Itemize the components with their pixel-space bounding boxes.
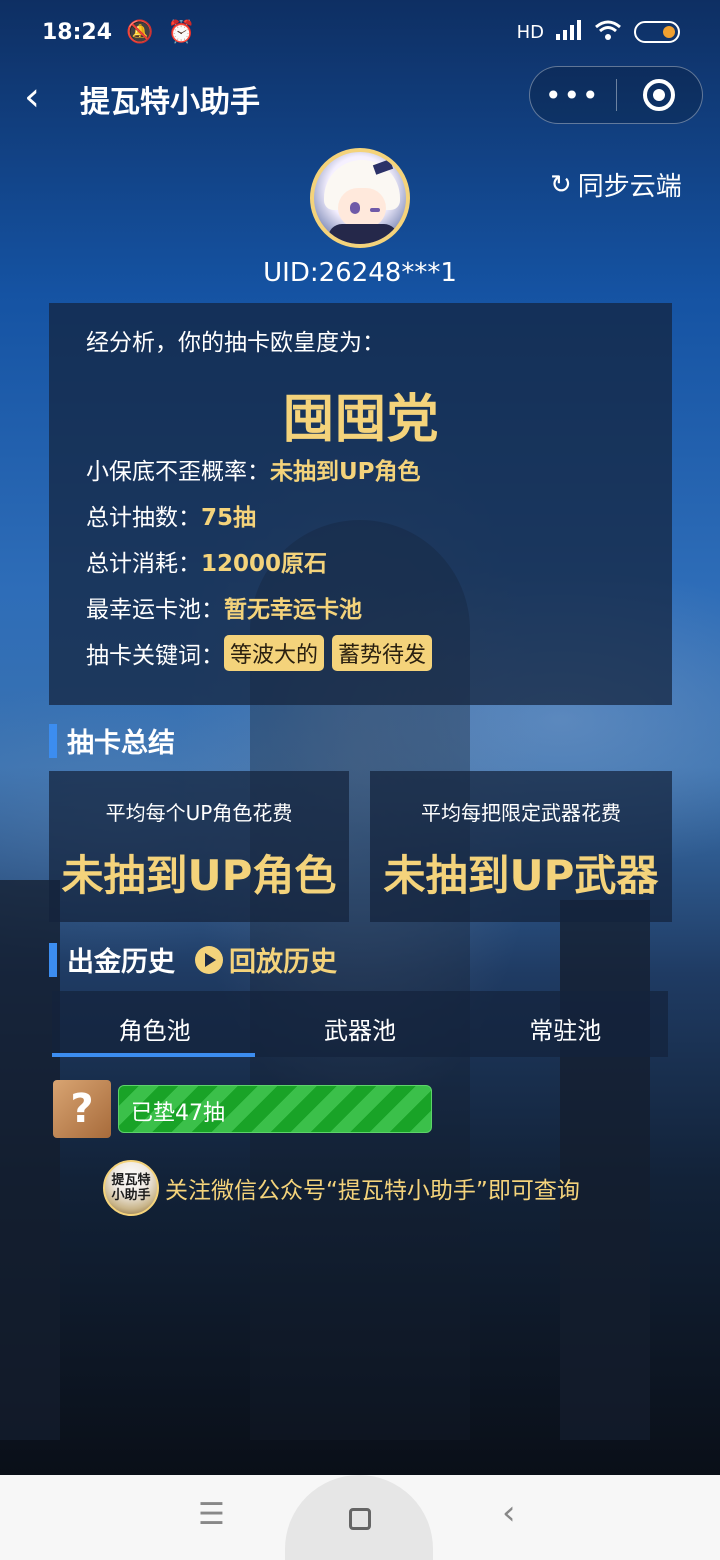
signal-icon: [556, 19, 582, 45]
user-uid: UID:26248***1: [263, 258, 457, 288]
row-label: 总计抽数：: [86, 505, 201, 531]
status-bar: 18:24 🔕 ⏰ HD: [0, 0, 720, 64]
summary-card-value: 未抽到UP武器: [383, 851, 659, 900]
summary-card-character: 平均每个UP角色花费 未抽到UP角色: [49, 771, 349, 922]
keywords-label: 抽卡关键词：: [86, 643, 224, 669]
section-marker: [49, 723, 57, 758]
network-type-label: HD: [516, 21, 544, 43]
tab-character-pool[interactable]: 角色池: [52, 991, 257, 1057]
pool-tabs: 角色池 武器池 常驻池: [52, 991, 668, 1057]
logo-text: 提瓦特: [111, 1173, 151, 1188]
page-title: 提瓦特小助手: [80, 85, 260, 120]
summary-card-weapon: 平均每把限定武器花费 未抽到UP武器: [370, 771, 672, 922]
summary-section-title: 抽卡总结: [67, 728, 175, 759]
history-section-title: 出金历史: [67, 947, 175, 978]
avatar: [310, 148, 410, 248]
section-marker: [49, 942, 57, 977]
sync-cloud-button[interactable]: ↻ 同步云端: [550, 166, 682, 203]
app-logo: 提瓦特 小助手: [103, 1160, 159, 1216]
row-value: 75抽: [201, 505, 257, 531]
keyword-tag: 蓄势待发: [332, 635, 433, 671]
footer-note: 提瓦特 小助手 关注微信公众号“提瓦特小助手”即可查询: [103, 1160, 580, 1216]
row-label: 最幸运卡池：: [86, 597, 224, 623]
nav-bar: ‹ 提瓦特小助手 •••: [0, 64, 720, 126]
analysis-intro: 经分析，你的抽卡欧皇度为：: [86, 330, 385, 356]
mini-program-capsule: •••: [529, 66, 703, 124]
tab-standard-pool[interactable]: 常驻池: [463, 991, 668, 1057]
history-section-header: 出金历史 回放历史: [49, 940, 337, 979]
analysis-panel: 经分析，你的抽卡欧皇度为： 囤囤党 小保底不歪概率： 未抽到UP角色 总计抽数：…: [49, 303, 672, 705]
analysis-row: 小保底不歪概率： 未抽到UP角色: [86, 453, 672, 485]
wifi-icon: [594, 19, 622, 46]
analysis-row: 最幸运卡池： 暂无幸运卡池: [86, 591, 672, 623]
tab-weapon-pool[interactable]: 武器池: [257, 991, 462, 1057]
luck-rating-title: 囤囤党: [282, 390, 439, 450]
play-icon: [195, 945, 223, 974]
back-button[interactable]: ‹: [24, 74, 54, 120]
keyword-tag: 等波大的: [224, 635, 325, 671]
alarm-icon: ⏰: [167, 19, 195, 45]
menu-button[interactable]: ☰: [198, 1497, 225, 1532]
status-right: HD: [517, 19, 680, 46]
sync-label: 同步云端: [577, 172, 682, 202]
replay-history-button[interactable]: 回放历史: [195, 940, 337, 979]
analysis-row: 总计抽数： 75抽: [86, 499, 672, 531]
bell-off-icon: 🔕: [126, 19, 154, 45]
replay-label: 回放历史: [229, 947, 337, 978]
row-value: 12000原石: [201, 551, 328, 577]
home-icon: [349, 1508, 371, 1530]
logo-text: 小助手: [111, 1188, 151, 1203]
summary-card-label: 平均每个UP角色花费: [105, 801, 293, 825]
summary-section-header: 抽卡总结: [49, 721, 175, 760]
row-label: 小保底不歪概率：: [86, 459, 270, 485]
analysis-row: 总计消耗： 12000原石: [86, 545, 672, 577]
status-time: 18:24: [42, 19, 113, 45]
battery-icon: [634, 21, 680, 43]
footer-text: 关注微信公众号“提瓦特小助手”即可查询: [165, 1178, 580, 1204]
row-value: 未抽到UP角色: [270, 459, 421, 485]
summary-card-label: 平均每把限定武器花费: [421, 801, 621, 825]
keywords-row: 抽卡关键词： 等波大的 蓄势待发: [86, 635, 672, 671]
more-button[interactable]: •••: [530, 79, 616, 112]
system-back-button[interactable]: ‹: [502, 1493, 516, 1533]
system-nav-bar: ☰ ‹: [0, 1475, 720, 1560]
refresh-icon: ↻: [550, 169, 572, 200]
pity-progress-bar: 已垫47抽: [118, 1085, 432, 1133]
close-icon: [643, 79, 676, 111]
row-label: 总计消耗：: [86, 551, 201, 577]
summary-card-value: 未抽到UP角色: [61, 851, 337, 900]
row-value: 暂无幸运卡池: [224, 597, 362, 623]
close-button[interactable]: [617, 79, 703, 111]
unknown-character-icon: ?: [53, 1080, 111, 1138]
